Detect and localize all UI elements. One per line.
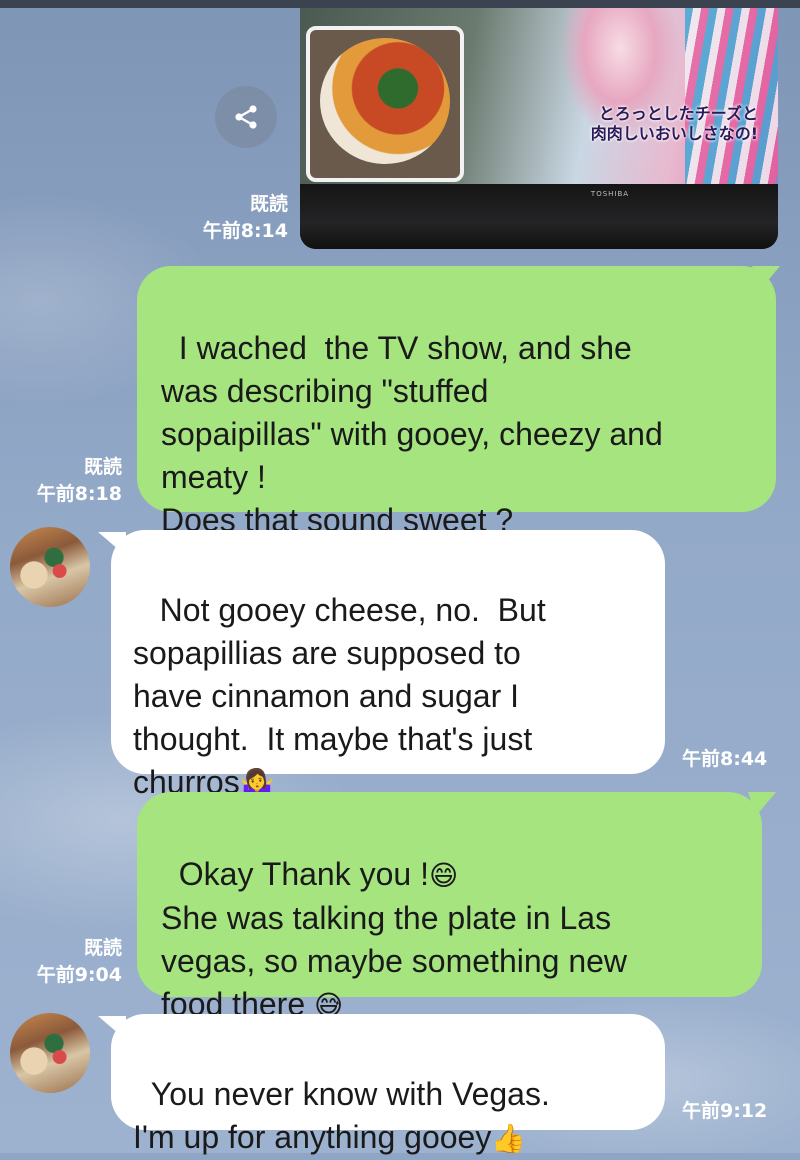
- share-button[interactable]: [215, 86, 277, 148]
- status-bar-edge: [0, 0, 800, 8]
- grinning-face-emoji: 😄: [428, 859, 459, 892]
- photo-message[interactable]: とろっとしたチーズと 肉肉しいおいしさなの! TOSHIBA: [300, 8, 778, 249]
- contact-avatar[interactable]: [10, 527, 90, 607]
- tv-person-image: [550, 8, 690, 168]
- sent-message-bubble[interactable]: I wached the TV show, and she was descri…: [137, 266, 776, 538]
- received-message-bubble[interactable]: You never know with Vegas. I'm up for an…: [111, 1014, 665, 1155]
- message-timestamp: 午前8:44: [682, 748, 768, 770]
- message-text: I wached the TV show, and she was descri…: [161, 330, 663, 538]
- read-receipt: 既読: [83, 456, 122, 478]
- message-text: Okay Thank you !: [178, 856, 429, 892]
- received-message-bubble[interactable]: Not gooey cheese, no. But sopapillias ar…: [111, 530, 665, 800]
- message-timestamp: 午前9:12: [682, 1100, 768, 1122]
- tv-caption: とろっとしたチーズと 肉肉しいおいしさなの!: [590, 104, 758, 143]
- sent-message-bubble[interactable]: Okay Thank you !😄 She was talking the pl…: [137, 792, 762, 1022]
- message-timestamp: 午前8:18: [36, 483, 122, 505]
- bubble-tail: [748, 792, 776, 816]
- read-receipt: 既読: [83, 937, 122, 959]
- tv-bezel: [300, 184, 778, 249]
- tv-brand-label: TOSHIBA: [590, 190, 630, 198]
- photo-timestamp: 午前8:14: [202, 220, 288, 242]
- contact-avatar[interactable]: [10, 1013, 90, 1093]
- food-plate-image: [320, 38, 450, 164]
- message-timestamp: 午前9:04: [36, 964, 122, 986]
- photo-read-receipt: 既読: [249, 193, 288, 215]
- message-text: You never know with Vegas. I'm up for an…: [133, 1076, 550, 1155]
- share-icon: [235, 105, 257, 129]
- tv-background-stripes: [685, 8, 778, 184]
- message-text: Not gooey cheese, no. But sopapillias ar…: [133, 592, 546, 800]
- food-photo-card: [306, 26, 464, 182]
- thumbs-up-emoji: 👍: [491, 1122, 527, 1155]
- bubble-tail: [752, 266, 780, 290]
